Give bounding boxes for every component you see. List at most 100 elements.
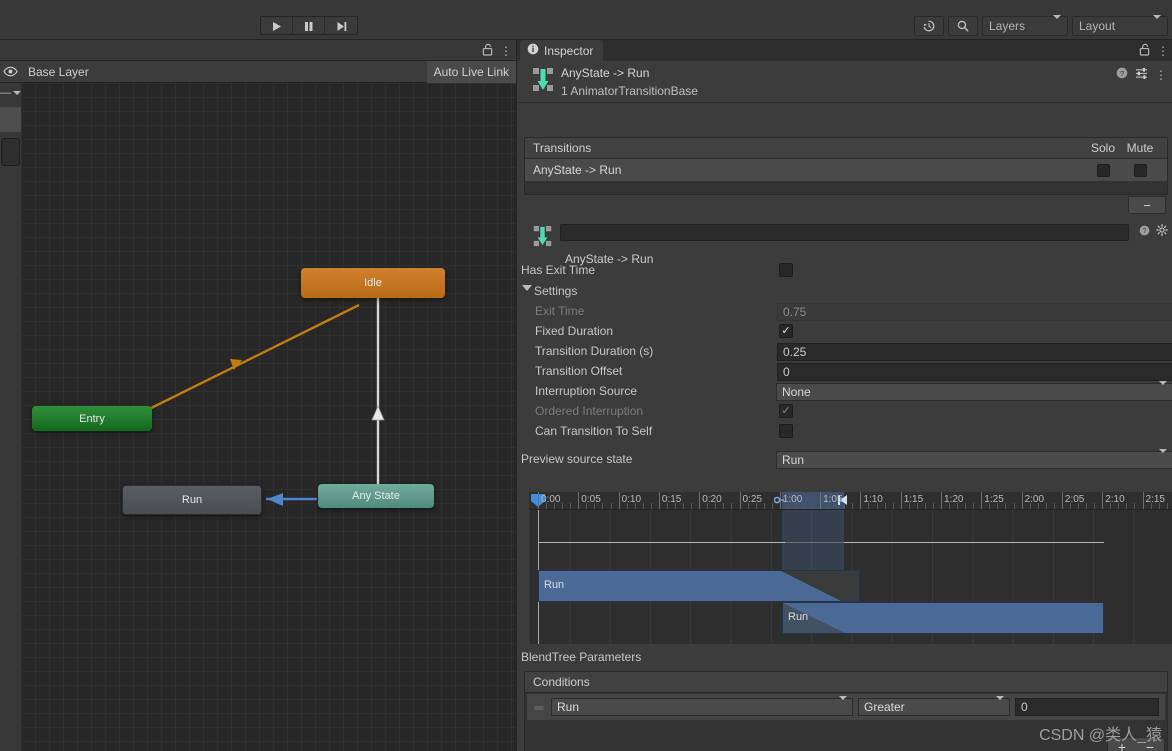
interruption-source-dropdown[interactable]: None	[776, 381, 1172, 401]
chevron-down-icon	[1159, 381, 1167, 399]
help-icon[interactable]: ?	[1139, 225, 1150, 239]
inspector-body: AnyState -> Run 1 AnimatorTransitionBase…	[517, 61, 1172, 751]
state-node-entry[interactable]: Entry	[32, 406, 152, 431]
history-icon[interactable]	[914, 16, 944, 36]
ordered-interruption-checkbox[interactable]: ✓	[779, 404, 793, 418]
timeline-tick-mark	[618, 492, 620, 509]
settings-foldout[interactable]: Settings	[517, 282, 1172, 302]
layers-rail-header[interactable]: —	[0, 83, 21, 103]
state-node-run[interactable]: Run	[122, 485, 262, 515]
conditions-header-label: Conditions	[533, 675, 590, 689]
timeline-tick-minor	[957, 503, 959, 509]
timeline-tick-minor	[1029, 503, 1031, 509]
preset-icon[interactable]	[1135, 67, 1148, 82]
timeline-tick-minor	[1037, 503, 1039, 509]
pause-button[interactable]	[293, 17, 325, 34]
timeline-tick-minor	[586, 503, 588, 509]
timeline-tick-minor	[755, 503, 757, 509]
transition-name-section: ? AnyState -> Run	[517, 219, 1172, 266]
condition-parameter-dropdown[interactable]: Run	[551, 696, 853, 716]
preview-source-state-dropdown[interactable]: Run	[776, 449, 1172, 469]
layout-dropdown-label: Layout	[1079, 19, 1116, 33]
layout-dropdown[interactable]: Layout	[1072, 15, 1168, 36]
exit-time-input[interactable]: 0.75	[777, 303, 1172, 321]
property-label: Has Exit Time	[521, 263, 596, 277]
transition-offset-input[interactable]: 0	[777, 363, 1172, 381]
timeline-tick-minor	[650, 503, 652, 509]
condition-threshold-input[interactable]: 0	[1015, 698, 1159, 716]
animator-transition-icon	[532, 225, 553, 251]
property-has-exit-time: Has Exit Time	[517, 261, 1172, 281]
play-button[interactable]	[261, 17, 293, 34]
gear-icon[interactable]	[1156, 224, 1168, 239]
has-exit-time-checkbox[interactable]	[779, 263, 793, 277]
parameters-rail-box[interactable]	[1, 138, 20, 166]
lock-icon[interactable]	[1139, 43, 1150, 59]
conditions-header: Conditions	[525, 672, 1167, 693]
auto-live-link-button[interactable]: Auto Live Link	[426, 61, 516, 83]
visibility-eye-icon[interactable]	[0, 61, 21, 83]
timeline-tick-minor	[562, 503, 564, 509]
lock-icon[interactable]	[482, 43, 493, 59]
timeline-tick-minor	[1126, 503, 1128, 509]
top-toolbar: Layers Layout	[0, 0, 1172, 40]
mute-column-header: Mute	[1126, 141, 1154, 155]
condition-comparison-dropdown[interactable]: Greater	[858, 696, 1010, 716]
timeline-destination-clip[interactable]: Run	[782, 602, 1104, 634]
state-node-label: Idle	[364, 277, 382, 289]
kebab-menu-icon[interactable]: ⋮	[500, 45, 512, 57]
timeline-source-clip[interactable]: Run	[538, 570, 860, 602]
breadcrumb[interactable]: Base Layer	[21, 61, 100, 83]
timeline-tick-minor	[795, 503, 797, 509]
fixed-duration-checkbox[interactable]: ✓	[779, 324, 793, 338]
inspector-subtitle: 1 AnimatorTransitionBase	[561, 84, 698, 98]
timeline-ruler[interactable]: 0:00 0:05 0:10 0:15 0:20 0:25 1:00 1:05 1:10 1:15…	[529, 492, 1172, 510]
timeline-tick-minor	[965, 503, 967, 509]
foldout-triangle-icon	[522, 285, 532, 291]
solo-checkbox[interactable]	[1096, 163, 1110, 177]
tab-inspector[interactable]: Inspector	[520, 40, 604, 61]
timeline-tick-mark	[538, 492, 539, 509]
can-transition-to-self-checkbox[interactable]	[779, 424, 793, 438]
animator-graph-canvas[interactable]: Idle Entry Run Any State	[21, 83, 516, 751]
timeline-canvas[interactable]: Run Run	[529, 510, 1172, 644]
timeline-weight-curve-blend	[785, 542, 844, 543]
remove-transition-button[interactable]: −	[1128, 196, 1166, 214]
layers-rail-selected-item[interactable]	[0, 107, 21, 132]
property-fixed-duration: Fixed Duration ✓	[517, 322, 1172, 342]
transition-preview-timeline[interactable]: 0:00 0:05 0:10 0:15 0:20 0:25 1:00 1:05 1:10 1:15…	[529, 492, 1172, 644]
inspector-header-icons: ? ⋮	[1116, 67, 1167, 82]
kebab-menu-icon[interactable]: ⋮	[1155, 69, 1167, 81]
condition-drag-handle[interactable]: ═	[532, 700, 546, 715]
timeline-tick-minor	[715, 503, 717, 509]
timeline-weight-curve-b	[844, 542, 1104, 543]
state-node-idle[interactable]: Idle	[301, 268, 445, 298]
layers-dropdown-label: Layers	[989, 19, 1026, 33]
condition-row: ═ Run Greater 0	[527, 694, 1165, 720]
timeline-tick-mark	[1102, 492, 1104, 509]
animator-transition-icon	[531, 67, 555, 96]
layers-dropdown[interactable]: Layers	[982, 15, 1068, 36]
transition-list-row[interactable]: AnyState -> Run	[525, 159, 1167, 181]
timeline-tick-minor	[731, 503, 733, 509]
timeline-tick-mark	[578, 492, 580, 509]
state-node-any-state[interactable]: Any State	[318, 484, 434, 508]
search-icon[interactable]	[948, 16, 978, 36]
mute-checkbox[interactable]	[1133, 163, 1147, 177]
timeline-tick-label: 1:20	[944, 494, 964, 505]
breadcrumb-label: Base Layer	[28, 64, 89, 79]
kebab-menu-icon[interactable]: ⋮	[1157, 45, 1169, 57]
timeline-tick-label: 1:15	[903, 494, 924, 505]
timeline-tick-label: 1:25	[984, 494, 1004, 505]
property-transition-duration: Transition Duration (s) 0.25	[517, 342, 1172, 362]
help-icon[interactable]: ?	[1116, 67, 1128, 82]
timeline-tick-minor	[1005, 503, 1007, 509]
timeline-tick-mark	[1061, 492, 1063, 509]
timeline-tick-minor	[868, 503, 870, 509]
timeline-tick-minor	[602, 503, 604, 509]
svg-text:?: ?	[1120, 69, 1124, 78]
timeline-tick-label: 2:00	[1024, 494, 1045, 505]
transition-name-input[interactable]	[560, 224, 1129, 241]
transition-duration-input[interactable]: 0.25	[777, 343, 1172, 361]
step-button[interactable]	[325, 17, 357, 34]
